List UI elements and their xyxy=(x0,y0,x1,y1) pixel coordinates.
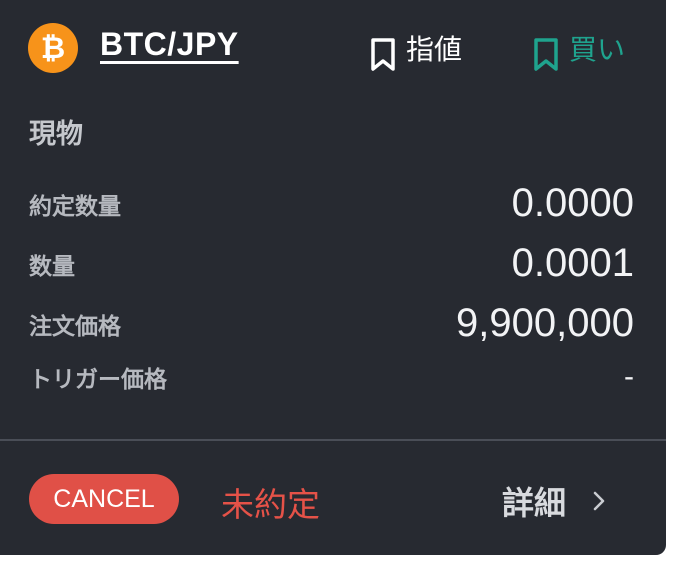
order-type-label: 指値 xyxy=(406,33,463,66)
bookmark-icon xyxy=(534,38,558,71)
order-side-tag: 買い xyxy=(533,28,625,72)
order-side-label: 買い xyxy=(569,33,626,66)
trigger-price-label: トリガー価格 xyxy=(29,367,167,393)
order-status: 未約定 xyxy=(221,485,320,524)
order-price-row: 注文価格 9,900,000 xyxy=(29,301,634,346)
bookmark-icon xyxy=(371,38,395,71)
detail-label: 詳細 xyxy=(502,484,567,522)
executed-quantity-row: 約定数量 0.0000 xyxy=(29,181,634,226)
order-price-value: 9,900,000 xyxy=(456,301,634,345)
executed-quantity-value: 0.0000 xyxy=(511,181,634,225)
trigger-price-row: トリガー価格 - xyxy=(29,360,634,394)
quantity-row: 数量 0.0001 xyxy=(29,241,634,286)
order-price-label: 注文価格 xyxy=(29,313,121,340)
quantity-value: 0.0001 xyxy=(511,241,634,285)
bitcoin-symbol: ₿ xyxy=(40,30,66,66)
detail-link[interactable]: 詳細 xyxy=(502,478,606,524)
quantity-label: 数量 xyxy=(29,253,75,280)
trigger-price-value: - xyxy=(624,360,634,393)
order-header: ₿ BTC/JPY 指値 買い xyxy=(0,0,666,100)
executed-quantity-label: 約定数量 xyxy=(29,193,121,220)
order-type-tag: 指値 xyxy=(370,28,462,72)
market-type-title: 現物 xyxy=(29,119,83,150)
trading-pair-link[interactable]: BTC/JPY xyxy=(100,26,239,63)
chevron-right-icon xyxy=(593,491,605,511)
divider xyxy=(0,439,666,441)
order-card: ₿ BTC/JPY 指値 買い 現物 約定数量 0.0000 数量 0.0001… xyxy=(0,0,666,555)
bitcoin-icon: ₿ xyxy=(28,23,78,73)
cancel-button[interactable]: CANCEL xyxy=(29,474,179,524)
